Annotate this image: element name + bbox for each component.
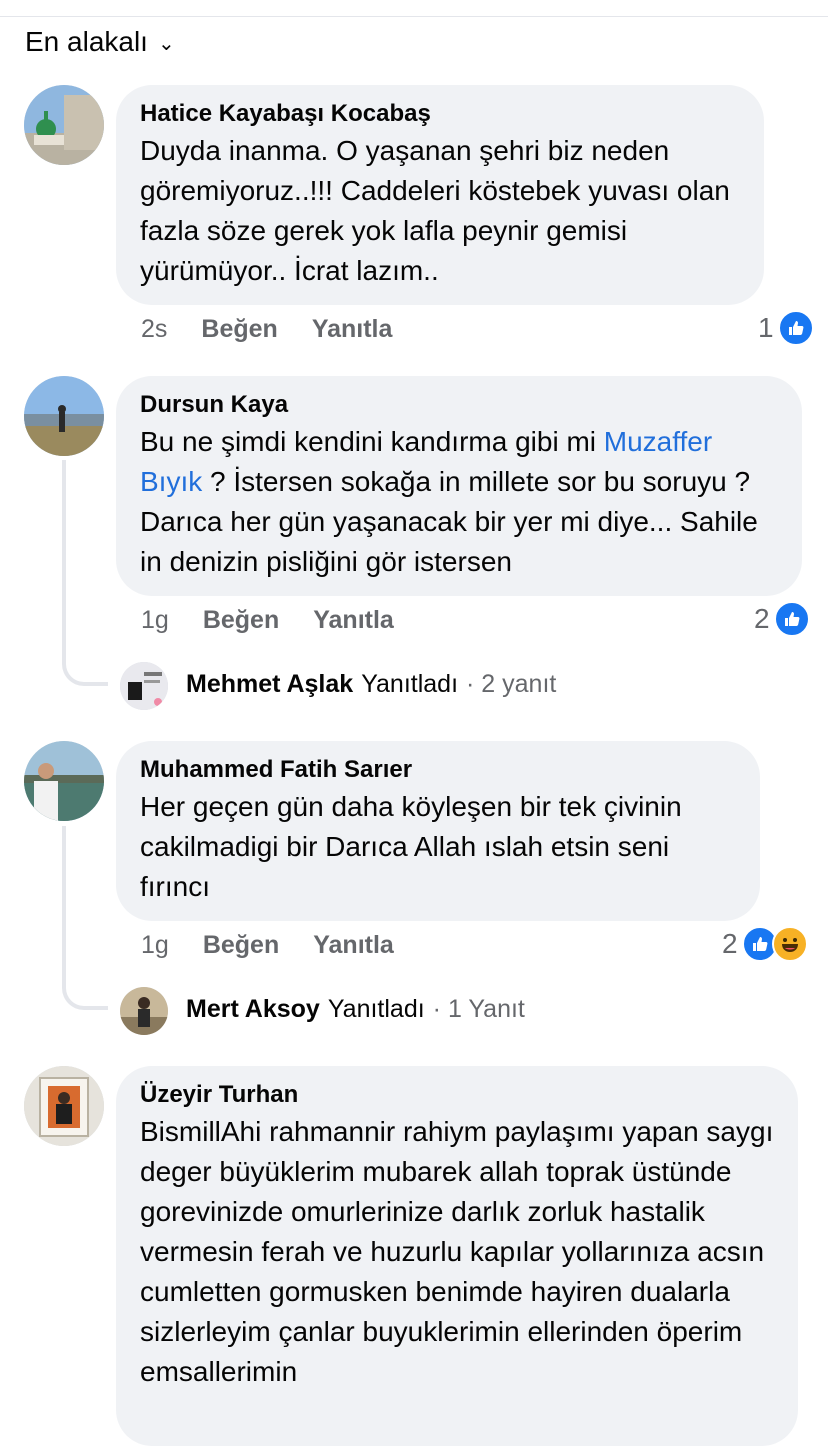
comment-author[interactable]: Üzeyir Turhan xyxy=(140,1080,774,1110)
reply-button[interactable]: Yanıtla xyxy=(313,931,394,960)
avatar[interactable] xyxy=(120,662,168,710)
reply-count: · 1 Yanıt xyxy=(432,995,525,1023)
comment-author[interactable]: Dursun Kaya xyxy=(140,390,778,420)
sort-dropdown[interactable]: En alakalı ⌄ xyxy=(25,24,175,60)
comment-bubble: Üzeyir Turhan BismillAhi rahmannir rahiy… xyxy=(116,1066,798,1446)
avatar[interactable] xyxy=(24,376,104,456)
reaction-count: 2 xyxy=(754,603,770,634)
comment-actions: 1g Beğen Yanıtla xyxy=(141,931,428,960)
comment-text: BismillAhi rahmannir rahiym paylaşımı ya… xyxy=(140,1116,774,1387)
reaction-summary[interactable]: 2 xyxy=(754,601,810,637)
view-replies-link[interactable]: Mehmet Aşlak Yanıtladı · 2 yanıt xyxy=(170,670,556,699)
like-button[interactable]: Beğen xyxy=(201,315,277,344)
reply-verb: Yanıtladı xyxy=(361,670,459,698)
framed-photo-icon xyxy=(24,1066,104,1146)
chevron-down-icon: ⌄ xyxy=(157,32,175,55)
comment-bubble: Dursun Kaya Bu ne şimdi kendini kandırma… xyxy=(116,376,802,596)
comment-text-start: Bu ne şimdi kendini kandırma gibi mi xyxy=(140,426,604,457)
comment-bubble: Hatice Kayabaşı Kocabaş Duyda inanma. O … xyxy=(116,85,764,305)
mosque-photo-icon xyxy=(24,85,104,165)
reply-author: Mehmet Aşlak xyxy=(186,670,354,698)
profile-photo-icon xyxy=(120,987,168,1035)
comment-time[interactable]: 1g xyxy=(141,931,169,960)
avatar[interactable] xyxy=(24,85,104,165)
lake-photo-icon xyxy=(24,741,104,821)
comment-text: Her geçen gün daha köyleşen bir tek çivi… xyxy=(140,791,682,902)
sort-label: En alakalı xyxy=(25,26,148,57)
reaction-count: 1 xyxy=(758,312,774,343)
like-reaction-icon xyxy=(773,601,810,637)
avatar[interactable] xyxy=(24,741,104,821)
comment-text: Bu ne şimdi kendini kandırma gibi mi Muz… xyxy=(140,422,778,582)
like-reaction-icon xyxy=(777,310,814,346)
reaction-summary[interactable]: 1 xyxy=(758,310,814,346)
reply-author: Mert Aksoy xyxy=(186,995,320,1023)
comment-text-end: ? İstersen sokağa in millete sor bu soru… xyxy=(140,466,758,577)
thread-line xyxy=(62,460,108,686)
comment-time[interactable]: 2s xyxy=(141,315,167,344)
avatar[interactable] xyxy=(120,987,168,1035)
comment-time[interactable]: 1g xyxy=(141,606,169,635)
landscape-photo-icon xyxy=(24,376,104,456)
view-replies-link[interactable]: Mert Aksoy Yanıtladı · 1 Yanıt xyxy=(170,995,525,1024)
reply-verb: Yanıtladı xyxy=(327,995,425,1023)
like-button[interactable]: Beğen xyxy=(203,606,279,635)
comment-actions: 2s Beğen Yanıtla xyxy=(141,315,426,344)
like-button[interactable]: Beğen xyxy=(203,931,279,960)
comment-bubble: Muhammed Fatih Sarıer Her geçen gün daha… xyxy=(116,741,760,921)
reply-button[interactable]: Yanıtla xyxy=(312,315,393,344)
thread-line xyxy=(62,826,108,1010)
avatar[interactable] xyxy=(24,1066,104,1146)
comment-author[interactable]: Hatice Kayabaşı Kocabaş xyxy=(140,99,740,129)
reaction-summary[interactable]: 2 xyxy=(722,926,808,962)
haha-reaction-icon xyxy=(771,926,808,962)
comment-actions: 1g Beğen Yanıtla xyxy=(141,606,428,635)
reply-count: · 2 yanıt xyxy=(466,670,557,698)
reaction-count: 2 xyxy=(722,928,738,959)
comment-author[interactable]: Muhammed Fatih Sarıer xyxy=(140,755,736,785)
comment-text: Duyda inanma. O yaşanan şehri biz neden … xyxy=(140,135,730,286)
top-divider xyxy=(0,16,828,17)
reply-button[interactable]: Yanıtla xyxy=(313,606,394,635)
profile-photo-icon xyxy=(120,662,168,710)
